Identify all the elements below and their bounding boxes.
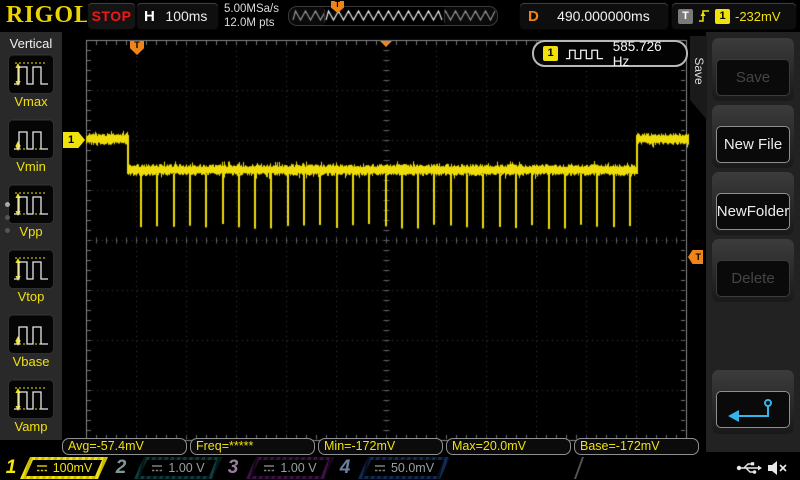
channel-3-number[interactable]: 3 (224, 456, 242, 480)
return-button[interactable] (716, 391, 790, 428)
menu-item-label: Vamp (14, 419, 48, 434)
rigol-logo: RIGOL (6, 2, 92, 28)
status-divider (573, 457, 585, 479)
dc-coupling-icon (36, 464, 48, 473)
delay-value: 490.000000ms (557, 8, 650, 24)
measurement-slot-3[interactable]: Min=-172mV (318, 438, 443, 455)
channel-2-scale-box[interactable]: 1.00 V (134, 457, 222, 479)
sample-rate: 5.00MSa/s (224, 3, 279, 15)
newfolder-button[interactable]: NewFolder (716, 193, 790, 230)
menu-item-label: Vmax (14, 94, 48, 109)
channel-1-number[interactable]: 1 (2, 456, 20, 480)
channel-1-scale-box[interactable]: 100mV (20, 457, 108, 479)
menu-item-vmin[interactable]: Vmin (0, 119, 62, 184)
menu-item-vtop[interactable]: Vtop (0, 249, 62, 314)
vmax-icon (8, 54, 54, 94)
frequency-counter: 1 585.726 Hz (532, 38, 688, 69)
acquisition-info: 5.00MSa/s 12.0M pts (224, 2, 279, 30)
soft-key-menu: Save New File NewFolder Delete (706, 32, 800, 452)
timebase-value: 100ms (165, 8, 208, 24)
freq-source-badge: 1 (543, 46, 558, 61)
vpp-icon (8, 184, 54, 224)
measurement-slot-2[interactable]: Freq=***** (190, 438, 315, 455)
channel-4-number[interactable]: 4 (336, 456, 354, 480)
dc-coupling-icon (374, 464, 386, 473)
channel-4-scale: 50.0mV (364, 460, 444, 476)
channel-3-scale: 1.00 V (252, 460, 328, 476)
square-wave-icon (565, 49, 604, 59)
waveform-display[interactable] (0, 0, 800, 480)
left-menu: Vertical Vmax Vmin Vpp Vtop Vbase Vamp (0, 32, 62, 440)
channel-1-scale: 100mV (26, 460, 102, 476)
top-status-bar: RIGOL STOP H 100ms 5.00MSa/s 12.0M pts T… (0, 0, 800, 32)
channel-4-scale-box[interactable]: 50.0mV (358, 457, 450, 479)
soft-key-delete[interactable]: Delete (712, 239, 794, 302)
rising-edge-icon (699, 10, 709, 22)
trigger-label: T (678, 8, 693, 24)
delay-label: D (528, 7, 539, 25)
menu-page-dots (5, 202, 10, 241)
save-button[interactable]: Save (716, 59, 790, 96)
oscilloscope-screen: T 1 T 1 585.726 Hz RIGOL STOP H 100ms 5.… (0, 0, 800, 480)
soft-key-newfolder[interactable]: NewFolder (712, 172, 794, 235)
measurement-slot-1[interactable]: Avg=-57.4mV (62, 438, 187, 455)
channel-status-bar: 1 100mV 2 1.00 V 3 1.00 V 4 50.0mV (0, 456, 800, 480)
channel-2-scale: 1.00 V (140, 460, 216, 476)
trigger-source-badge: 1 (715, 8, 730, 24)
run-state-badge[interactable]: STOP (88, 3, 135, 29)
new-file-button[interactable]: New File (716, 126, 790, 163)
dc-coupling-icon (151, 464, 163, 473)
soft-key-save[interactable]: Save (712, 38, 794, 101)
soft-key-return[interactable] (712, 370, 794, 434)
memory-waveform-preview (290, 7, 497, 25)
speaker-muted-icon (766, 460, 788, 476)
channel-2-number[interactable]: 2 (112, 456, 130, 480)
menu-item-vamp[interactable]: Vamp (0, 379, 62, 444)
dc-coupling-icon (263, 464, 275, 473)
return-arrow-icon (728, 398, 772, 422)
measurement-slot-4[interactable]: Max=20.0mV (446, 438, 571, 455)
menu-item-label: Vbase (12, 354, 50, 369)
menu-item-label: Vmin (16, 159, 46, 174)
frequency-value: 585.726 Hz (612, 38, 662, 69)
trigger-level-value: -232mV (735, 8, 781, 24)
soft-key-new-file[interactable]: New File (712, 105, 794, 168)
menu-tab-label: Save (691, 57, 706, 85)
trigger-readout[interactable]: T 1 -232mV (672, 3, 796, 29)
menu-item-label: Vtop (17, 289, 45, 304)
vamp-icon (8, 379, 54, 419)
memory-position-bar[interactable] (288, 6, 498, 26)
menu-item-vbase[interactable]: Vbase (0, 314, 62, 379)
usb-icon (736, 460, 762, 475)
menu-item-vmax[interactable]: Vmax (0, 54, 62, 119)
h-label: H (144, 7, 155, 25)
measurement-slot-5[interactable]: Base=-172mV (574, 438, 699, 455)
vmin-icon (8, 119, 54, 159)
left-menu-title: Vertical (9, 36, 53, 51)
delay-readout[interactable]: D 490.000000ms (520, 3, 668, 29)
horizontal-timebase-box[interactable]: H 100ms (137, 3, 218, 29)
channel-3-scale-box[interactable]: 1.00 V (246, 457, 334, 479)
vbase-icon (8, 314, 54, 354)
vtop-icon (8, 249, 54, 289)
delete-button[interactable]: Delete (716, 260, 790, 297)
memory-depth: 12.0M pts (224, 17, 275, 29)
